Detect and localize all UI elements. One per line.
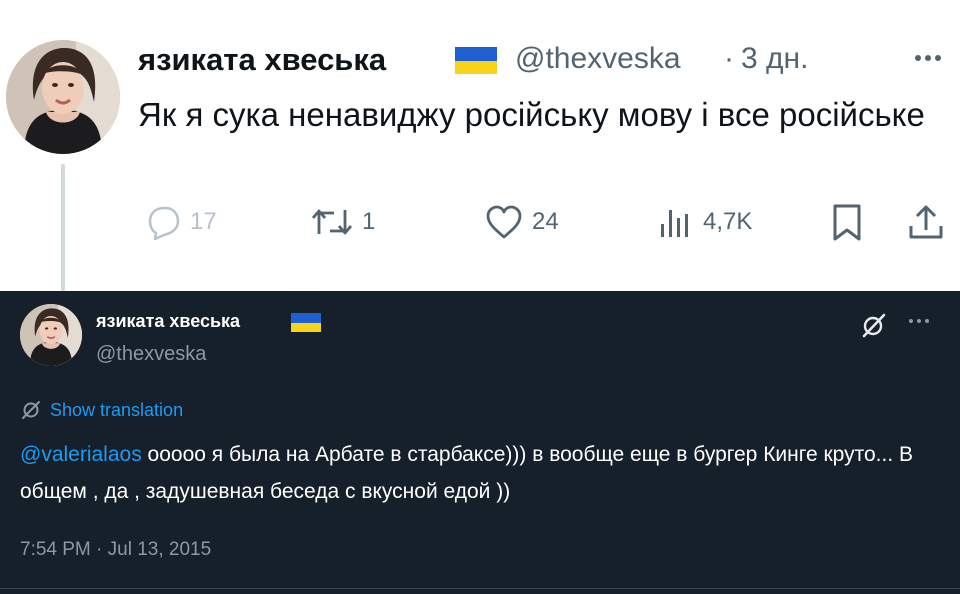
views-count: 4,7K bbox=[703, 208, 753, 235]
avatar-photo bbox=[6, 40, 120, 154]
bookmark-button[interactable] bbox=[828, 200, 866, 244]
meta-separator: · bbox=[724, 42, 734, 75]
mention-link[interactable]: @valerialaos bbox=[20, 443, 142, 466]
like-button[interactable]: 24 bbox=[484, 200, 559, 244]
retweet-button[interactable]: 1 bbox=[310, 200, 375, 244]
avatar[interactable] bbox=[6, 40, 120, 154]
avatar[interactable] bbox=[20, 304, 82, 366]
tweet-timestamp[interactable]: 7:54 PM · Jul 13, 2015 bbox=[20, 539, 211, 561]
thread-line bbox=[61, 164, 65, 291]
avatar-photo bbox=[20, 304, 82, 366]
grok-button[interactable] bbox=[859, 311, 889, 339]
reply-count: 17 bbox=[190, 208, 217, 235]
bookmark-icon bbox=[833, 204, 861, 241]
divider bbox=[0, 588, 960, 589]
tweet-text: @valerialaos ооооо я была на Арбате в ст… bbox=[20, 436, 940, 510]
grok-icon bbox=[862, 313, 886, 338]
translate-icon bbox=[22, 401, 40, 419]
like-count: 24 bbox=[532, 208, 559, 235]
show-translation-label: Show translation bbox=[50, 399, 184, 420]
more-icon bbox=[915, 55, 941, 61]
handle[interactable]: @thexveska bbox=[515, 42, 681, 76]
display-name[interactable]: язиката хвеська bbox=[96, 311, 240, 332]
display-name[interactable]: язиката хвеська bbox=[138, 42, 386, 78]
views-chart-icon bbox=[661, 210, 688, 237]
top-tweet: язиката хвеська @thexveska · 3 дн. Як я … bbox=[0, 0, 960, 291]
reply-icon bbox=[148, 206, 180, 240]
tweet-body: ооооо я была на Арбате в старбаксе))) в … bbox=[20, 443, 913, 503]
reply-button[interactable]: 17 bbox=[142, 200, 217, 244]
more-options-button[interactable] bbox=[902, 309, 936, 333]
retweet-icon bbox=[311, 209, 353, 235]
more-options-button[interactable] bbox=[905, 40, 951, 76]
more-icon bbox=[909, 319, 929, 323]
retweet-count: 1 bbox=[362, 208, 376, 235]
show-translation-link[interactable]: Show translation bbox=[20, 399, 183, 421]
tweet-time[interactable]: 3 дн. bbox=[741, 42, 808, 76]
views-button[interactable]: 4,7K bbox=[655, 200, 752, 244]
share-button[interactable] bbox=[906, 200, 946, 244]
handle[interactable]: @thexveska bbox=[96, 343, 206, 366]
quoted-tweet: язиката хвеська @thexveska Show translat… bbox=[0, 291, 960, 594]
share-icon bbox=[909, 205, 943, 239]
tweet-text: Як я сука ненавиджу російську мову і все… bbox=[138, 96, 925, 133]
heart-icon bbox=[486, 205, 522, 239]
ukraine-flag-icon bbox=[455, 47, 497, 74]
ukraine-flag-icon bbox=[291, 313, 321, 332]
